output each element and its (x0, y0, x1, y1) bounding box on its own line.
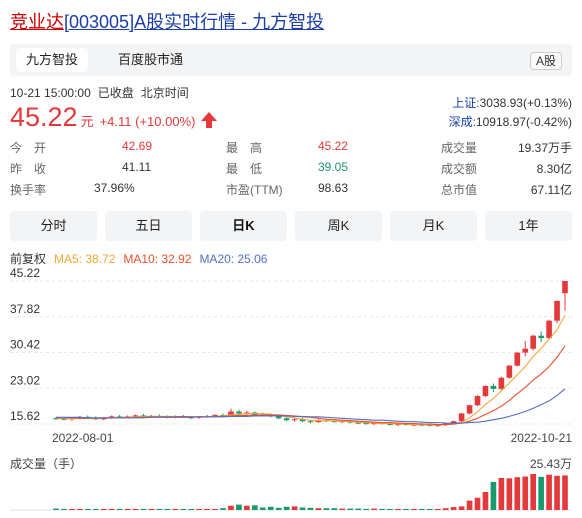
volume-bar (283, 506, 290, 510)
candle-body (482, 385, 489, 397)
volume-bar (426, 508, 433, 510)
candle-body (506, 365, 513, 378)
volume-label: 成交量（手） (10, 456, 82, 471)
volume-bar (403, 508, 409, 510)
y-tick-label: 23.02 (10, 373, 40, 387)
volume-bar (244, 505, 250, 510)
kline-chart[interactable]: 45.22 37.82 30.42 23.02 15.62 2022-08-01 2022-… (0, 0, 582, 518)
volume-bar (228, 505, 234, 510)
volume-bar (498, 477, 505, 510)
volume-bar (506, 478, 513, 510)
volume-bar (84, 508, 91, 510)
volume-bar (490, 481, 497, 510)
candle-body (562, 281, 568, 294)
volume-bar (387, 508, 393, 510)
candle-body (522, 348, 529, 353)
volume-bar (474, 497, 481, 510)
ma20-line (56, 388, 566, 424)
volume-bar (458, 506, 465, 510)
volume-bar (180, 508, 187, 510)
volume-bar (267, 506, 274, 510)
volume-bar (419, 508, 425, 510)
volume-bar (307, 507, 314, 510)
volume-bar (538, 476, 544, 510)
candle-body (474, 396, 481, 406)
volume-bar (323, 508, 330, 510)
volume-bar (156, 508, 163, 510)
volume-bar (371, 508, 377, 510)
candle-body (283, 418, 290, 421)
volume-bar (77, 508, 83, 510)
volume-bar (379, 508, 385, 510)
volume-bar (188, 508, 195, 510)
volume-bar (236, 504, 242, 510)
volume-bar (331, 508, 338, 510)
volume-bar (434, 508, 441, 510)
volume-bar (514, 477, 521, 510)
y-tick-label: 15.62 (10, 409, 40, 423)
candle-body (530, 335, 537, 349)
candle-body (514, 352, 521, 366)
volume-bar (291, 506, 298, 510)
volume-bar (53, 508, 59, 510)
x-tick-label: 2022-08-01 (52, 431, 114, 445)
volume-bar (355, 508, 362, 510)
volume-bar (347, 508, 354, 510)
candle-body (538, 335, 544, 339)
volume-bar (212, 508, 218, 510)
y-tick-label: 37.82 (10, 302, 40, 316)
y-tick-label: 30.42 (10, 338, 40, 352)
candle-body (236, 411, 242, 414)
candle-body (466, 405, 473, 414)
ma5-line (56, 315, 566, 426)
ma10-line (56, 345, 566, 426)
volume-bar (299, 507, 306, 510)
volume-bar (546, 474, 552, 510)
volume-bar (204, 508, 210, 510)
volume-bar (562, 475, 568, 510)
candle-body (291, 419, 298, 421)
volume-bar (196, 508, 202, 510)
volume-bar (100, 508, 107, 510)
volume-bar (140, 508, 147, 510)
candle-body (490, 385, 497, 389)
volume-bar (411, 508, 417, 510)
y-tick-label: 45.22 (10, 266, 40, 280)
volume-max-label: 25.43万 (530, 457, 572, 471)
volume-bar (554, 475, 560, 510)
volume-bar (92, 508, 99, 510)
volume-bar (315, 508, 322, 510)
volume-bar (466, 500, 473, 510)
volume-bar (530, 474, 537, 510)
volume-bar (395, 508, 401, 510)
volume-bar (220, 508, 226, 510)
volume-bar (450, 507, 457, 510)
volume-bar (69, 508, 75, 510)
volume-bar (442, 508, 449, 510)
volume-bar (116, 508, 123, 510)
volume-bar (132, 508, 139, 510)
volume-bar (259, 507, 266, 510)
volume-bar (172, 508, 179, 510)
x-tick-label: 2022-10-21 (511, 431, 573, 445)
volume-bar (522, 476, 529, 510)
candle-body (546, 320, 552, 339)
volume-bar (108, 508, 115, 510)
candle-body (458, 413, 465, 422)
candle-body (275, 416, 282, 419)
candle-body (363, 423, 369, 425)
candle-body (307, 421, 314, 423)
candle-body (498, 377, 505, 389)
volume-bar (61, 508, 67, 510)
volume-bar (252, 505, 258, 510)
volume-bar (482, 492, 489, 510)
volume-bar (339, 508, 346, 510)
volume-bar (164, 508, 171, 510)
volume-bar (124, 508, 131, 510)
candle-body (554, 300, 560, 321)
volume-bar (363, 508, 369, 510)
volume-bar (275, 507, 282, 510)
volume-bar (148, 508, 155, 510)
